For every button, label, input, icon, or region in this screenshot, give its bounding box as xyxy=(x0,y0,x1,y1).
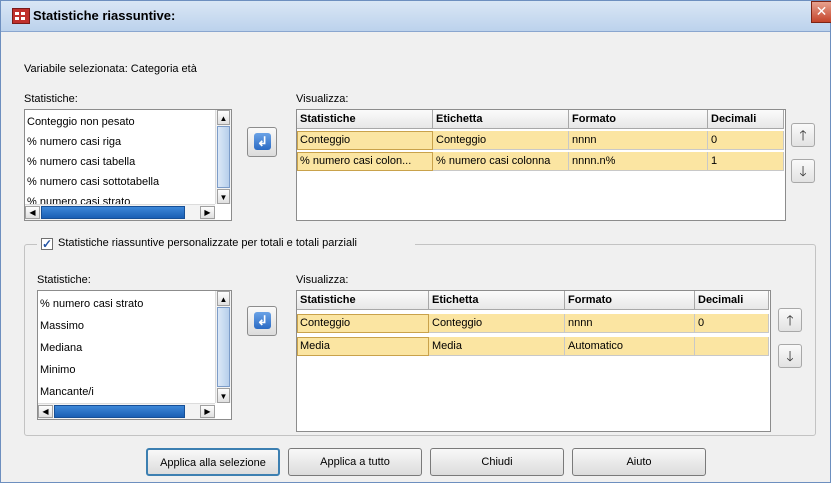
move-down-button[interactable]: 🡓 xyxy=(791,159,815,183)
list-item[interactable]: Massimo xyxy=(40,320,84,332)
move-up-button[interactable]: 🡑 xyxy=(778,308,802,332)
table-cell[interactable]: Conteggio xyxy=(433,131,569,150)
table-icon xyxy=(12,8,30,24)
table-cell[interactable]: Media xyxy=(429,337,565,356)
scroll-thumb[interactable] xyxy=(217,307,230,387)
table-cell[interactable]: % numero casi colonna xyxy=(433,152,569,171)
display-label: Visualizza: xyxy=(296,274,349,286)
table-cell[interactable]: Media xyxy=(297,337,429,356)
table-cell[interactable]: 0 xyxy=(695,314,769,333)
scroll-down-icon[interactable]: ▼ xyxy=(217,189,230,204)
statistics-label: Statistiche: xyxy=(37,274,91,286)
column-header[interactable]: Decimali xyxy=(708,110,784,129)
vertical-scrollbar[interactable]: ▲ ▼ xyxy=(215,110,231,204)
statistics-list[interactable]: % numero casi strato Massimo Mediana Min… xyxy=(37,290,232,420)
close-window-button[interactable]: ✕ xyxy=(811,1,831,23)
table-cell[interactable]: Automatico xyxy=(565,337,695,356)
up-arrow-icon: 🡑 xyxy=(786,312,794,328)
table-cell[interactable]: nnnn xyxy=(569,131,708,150)
window-title: Statistiche riassuntive: xyxy=(33,8,176,23)
up-arrow-icon: 🡑 xyxy=(799,127,807,143)
custom-totals-label[interactable]: Statistiche riassuntive personalizzate p… xyxy=(58,237,357,249)
list-item[interactable]: Mancante/i xyxy=(40,386,94,398)
column-header[interactable]: Statistiche xyxy=(297,110,433,129)
scroll-down-icon[interactable]: ▼ xyxy=(217,388,230,403)
table-cell[interactable] xyxy=(695,337,769,356)
list-item[interactable]: Mediana xyxy=(40,342,82,354)
scroll-left-icon[interactable]: ◀ xyxy=(25,206,40,219)
left-arrow-icon: ↲ xyxy=(254,133,271,150)
down-arrow-icon: 🡓 xyxy=(786,348,794,364)
column-header[interactable]: Decimali xyxy=(695,291,769,310)
list-item[interactable]: % numero casi riga xyxy=(27,136,121,148)
statistics-list[interactable]: Conteggio non pesato % numero casi riga … xyxy=(24,109,232,221)
table-cell[interactable]: Conteggio xyxy=(297,314,429,333)
table-cell[interactable]: nnnn xyxy=(565,314,695,333)
horizontal-scrollbar[interactable]: ◀ ▶ xyxy=(25,204,215,220)
table-cell[interactable]: 0 xyxy=(708,131,784,150)
scroll-right-icon[interactable]: ▶ xyxy=(200,405,215,418)
move-up-button[interactable]: 🡑 xyxy=(791,123,815,147)
scroll-thumb[interactable] xyxy=(41,206,185,219)
table-cell[interactable]: Conteggio xyxy=(297,131,433,150)
scroll-right-icon[interactable]: ▶ xyxy=(200,206,215,219)
table-cell[interactable]: 1 xyxy=(708,152,784,171)
move-to-display-button[interactable]: ↲ xyxy=(247,306,277,336)
display-table[interactable]: Statistiche Etichetta Formato Decimali C… xyxy=(296,290,771,432)
close-button[interactable]: Chiudi xyxy=(430,448,564,476)
left-arrow-icon: ↲ xyxy=(254,312,271,329)
down-arrow-icon: 🡓 xyxy=(799,163,807,179)
scroll-left-icon[interactable]: ◀ xyxy=(38,405,53,418)
list-item[interactable]: % numero casi strato xyxy=(40,298,143,310)
move-down-button[interactable]: 🡓 xyxy=(778,344,802,368)
help-button[interactable]: Aiuto xyxy=(572,448,706,476)
move-to-display-button[interactable]: ↲ xyxy=(247,127,277,157)
scroll-up-icon[interactable]: ▲ xyxy=(217,291,230,306)
list-item[interactable]: Conteggio non pesato xyxy=(27,116,135,128)
column-header[interactable]: Formato xyxy=(565,291,695,310)
table-cell[interactable]: % numero casi colon... xyxy=(297,152,433,171)
scroll-thumb[interactable] xyxy=(54,405,185,418)
custom-totals-checkbox[interactable]: ✓ xyxy=(41,238,53,250)
apply-selection-button[interactable]: Applica alla selezione xyxy=(146,448,280,476)
column-header[interactable]: Formato xyxy=(569,110,708,129)
scroll-thumb[interactable] xyxy=(217,126,230,188)
table-cell[interactable]: Conteggio xyxy=(429,314,565,333)
selected-variable-label: Variabile selezionata: Categoria età xyxy=(24,63,197,75)
apply-all-button[interactable]: Applica a tutto xyxy=(288,448,422,476)
list-item[interactable]: Minimo xyxy=(40,364,75,376)
column-header[interactable]: Statistiche xyxy=(297,291,429,310)
display-table[interactable]: Statistiche Etichetta Formato Decimali C… xyxy=(296,109,786,221)
table-cell[interactable]: nnnn.n% xyxy=(569,152,708,171)
dialog-window: Statistiche riassuntive: ✕ Variabile sel… xyxy=(0,0,831,483)
column-header[interactable]: Etichetta xyxy=(433,110,569,129)
list-item[interactable]: % numero casi sottotabella xyxy=(27,176,159,188)
horizontal-scrollbar[interactable]: ◀ ▶ xyxy=(38,403,215,419)
column-header[interactable]: Etichetta xyxy=(429,291,565,310)
scroll-up-icon[interactable]: ▲ xyxy=(217,110,230,125)
display-label: Visualizza: xyxy=(296,93,349,105)
title-bar: Statistiche riassuntive: ✕ xyxy=(1,1,831,32)
statistics-label: Statistiche: xyxy=(24,93,78,105)
vertical-scrollbar[interactable]: ▲ ▼ xyxy=(215,291,231,403)
list-item[interactable]: % numero casi tabella xyxy=(27,156,135,168)
